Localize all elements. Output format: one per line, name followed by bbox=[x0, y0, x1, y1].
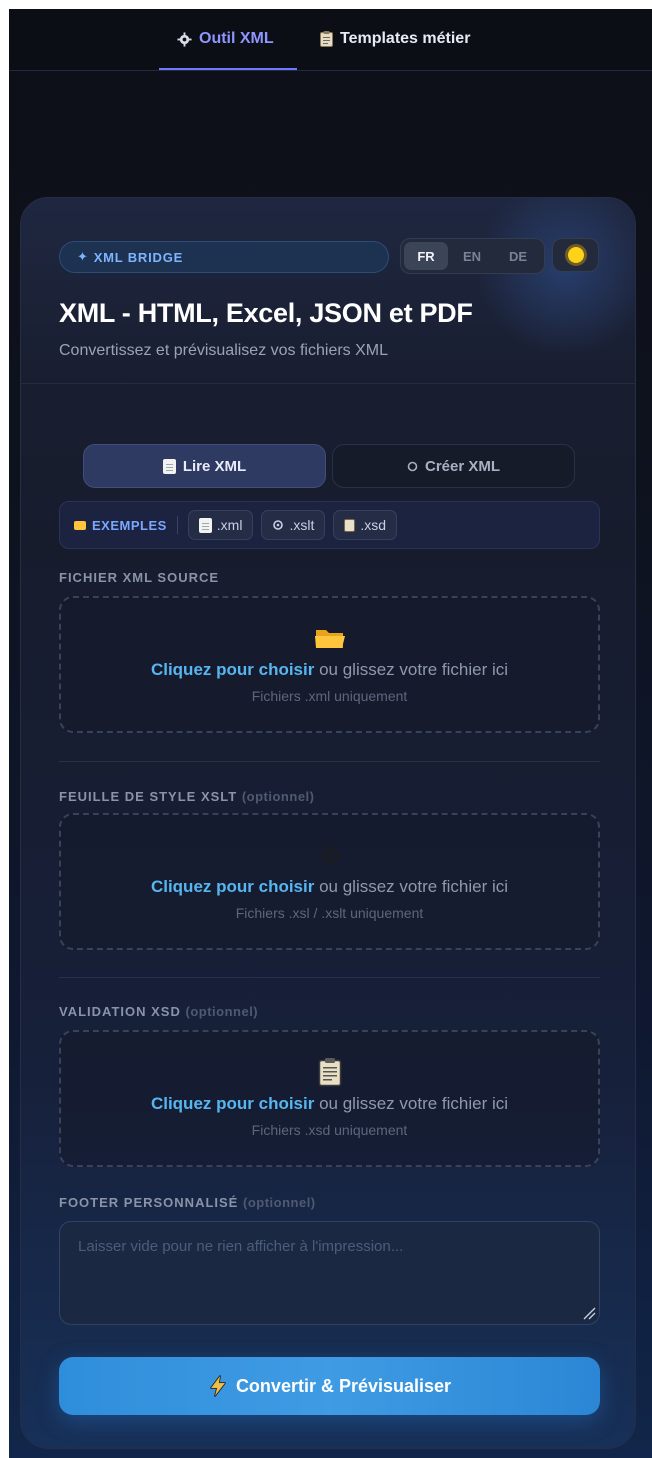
page-subtitle: Convertissez et prévisualisez vos fichie… bbox=[59, 342, 389, 359]
gear-icon bbox=[273, 520, 284, 530]
divider bbox=[176, 516, 178, 534]
folder-icon bbox=[74, 520, 86, 530]
xslt-label: FEUILLE DE STYLE XSLT (optionnel) bbox=[59, 789, 315, 804]
sun-icon bbox=[567, 247, 584, 263]
footer-label-text: FOOTER PERSONNALISÉ bbox=[59, 1195, 239, 1210]
brand-badge: ✦ XML BRIDGE bbox=[59, 241, 389, 273]
tab-templates-metier-label: Templates métier bbox=[340, 30, 471, 47]
top-navigation: Outil XML Templates métier bbox=[9, 9, 652, 71]
section-divider bbox=[59, 761, 600, 762]
resize-handle-icon[interactable] bbox=[582, 1306, 596, 1320]
xsd-label: VALIDATION XSD (optionnel) bbox=[59, 1004, 258, 1019]
section-divider bbox=[59, 977, 600, 978]
active-tab-indicator bbox=[159, 68, 297, 70]
lang-de-button[interactable]: DE bbox=[496, 242, 540, 270]
sparkle-icon: ✦ bbox=[77, 249, 89, 264]
dropzone-instructions: Cliquez pour choisir ou glissez votre fi… bbox=[151, 1094, 508, 1114]
dropzone-instructions: Cliquez pour choisir ou glissez votre fi… bbox=[151, 877, 508, 897]
xslt-file-dropzone[interactable]: Cliquez pour choisir ou glissez votre fi… bbox=[59, 813, 600, 950]
example-chip-label: .xsd bbox=[360, 517, 387, 533]
choose-file-link[interactable]: Cliquez pour choisir bbox=[151, 1094, 314, 1113]
footer-label: FOOTER PERSONNALISÉ (optionnel) bbox=[59, 1195, 316, 1210]
optional-tag: (optionnel) bbox=[185, 1004, 259, 1019]
optional-tag: (optionnel) bbox=[241, 789, 315, 804]
xml-source-label-text: FICHIER XML SOURCE bbox=[59, 570, 220, 585]
examples-bar: EXEMPLES .xml .xslt .xsd bbox=[59, 501, 600, 549]
brand-label: XML BRIDGE bbox=[93, 249, 184, 265]
footer-textarea[interactable] bbox=[59, 1221, 600, 1325]
language-switcher: FR EN DE bbox=[400, 238, 545, 274]
xml-source-label: FICHIER XML SOURCE bbox=[59, 570, 219, 585]
example-chip-label: .xslt bbox=[289, 517, 315, 533]
app-window: Outil XML Templates métier ✦ XML BRIDGE … bbox=[9, 9, 652, 1458]
circle-icon bbox=[407, 461, 418, 471]
mode-tab-creer-xml[interactable]: Créer XML bbox=[332, 444, 575, 488]
convert-button-label: Convertir & Prévisualiser bbox=[235, 1375, 452, 1396]
converter-card: ✦ XML BRIDGE FR EN DE XML - HTML, Excel,… bbox=[20, 197, 636, 1449]
examples-label: EXEMPLES bbox=[74, 518, 167, 533]
xsd-label-text: VALIDATION XSD bbox=[59, 1004, 181, 1019]
lang-fr-button[interactable]: FR bbox=[404, 242, 448, 270]
optional-tag: (optionnel) bbox=[242, 1195, 316, 1210]
tab-outil-xml-label: Outil XML bbox=[199, 30, 274, 47]
tab-outil-xml[interactable]: Outil XML bbox=[177, 27, 274, 51]
document-icon bbox=[198, 517, 212, 533]
xsd-file-dropzone[interactable]: Cliquez pour choisir ou glissez votre fi… bbox=[59, 1030, 600, 1167]
mode-tab-label: Lire XML bbox=[182, 457, 247, 475]
dropzone-text: ou glissez votre fichier ici bbox=[314, 660, 509, 679]
tab-templates-metier[interactable]: Templates métier bbox=[320, 27, 470, 51]
gear-icon bbox=[177, 31, 192, 47]
gear-icon bbox=[319, 841, 341, 869]
convert-preview-button[interactable]: Convertir & Prévisualiser bbox=[59, 1357, 600, 1415]
example-xml-button[interactable]: .xml bbox=[187, 510, 254, 540]
clipboard-icon bbox=[344, 518, 356, 532]
choose-file-link[interactable]: Cliquez pour choisir bbox=[151, 877, 314, 896]
theme-toggle-button[interactable] bbox=[552, 238, 599, 272]
lightning-icon bbox=[210, 1375, 226, 1397]
dropzone-hint: Fichiers .xsl / .xslt uniquement bbox=[235, 905, 424, 921]
dropzone-text: ou glissez votre fichier ici bbox=[314, 1094, 509, 1113]
choose-file-link[interactable]: Cliquez pour choisir bbox=[151, 660, 314, 679]
mode-tab-lire-xml[interactable]: Lire XML bbox=[83, 444, 326, 488]
xslt-label-text: FEUILLE DE STYLE XSLT bbox=[59, 789, 238, 804]
examples-label-text: EXEMPLES bbox=[92, 517, 167, 533]
page-title: XML - HTML, Excel, JSON et PDF bbox=[59, 298, 473, 328]
example-xslt-button[interactable]: .xslt bbox=[261, 510, 326, 540]
document-icon bbox=[162, 458, 176, 474]
example-xsd-button[interactable]: .xsd bbox=[333, 510, 398, 540]
dropzone-instructions: Cliquez pour choisir ou glissez votre fi… bbox=[151, 660, 508, 680]
example-chip-label: .xml bbox=[216, 517, 243, 533]
clipboard-icon bbox=[318, 1058, 342, 1087]
xml-file-dropzone[interactable]: Cliquez pour choisir ou glissez votre fi… bbox=[59, 596, 600, 733]
lang-en-button[interactable]: EN bbox=[450, 242, 494, 270]
dropzone-hint: Fichiers .xsd uniquement bbox=[251, 1122, 408, 1138]
dropzone-hint: Fichiers .xml uniquement bbox=[251, 688, 408, 704]
mode-tab-label: Créer XML bbox=[424, 457, 501, 475]
clipboard-icon bbox=[320, 31, 333, 47]
dropzone-text: ou glissez votre fichier ici bbox=[314, 877, 509, 896]
folder-icon bbox=[314, 624, 346, 652]
